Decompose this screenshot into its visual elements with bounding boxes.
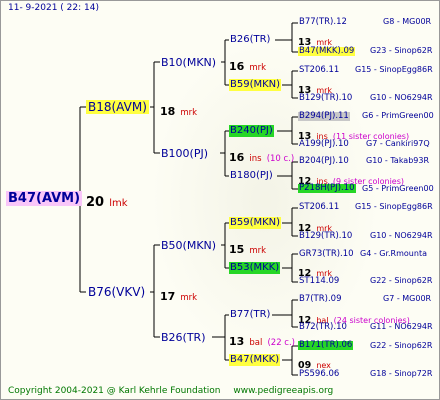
queen-gen4-name[interactable]: B47(MKK).09 — [298, 47, 356, 56]
queen-gen2-score: 13 bal (22 c.) — [229, 332, 295, 348]
queen-gen2-name[interactable]: B26(TR) — [160, 331, 207, 344]
queen-gen0-score: 20 lmk — [86, 193, 128, 209]
score-label: mrk — [180, 293, 198, 303]
queen-gen4-name[interactable]: P218H(PJ).10 — [298, 184, 356, 193]
queen-gen4-info: G15 - SinopEgg86R — [355, 65, 433, 74]
queen-gen3-name[interactable]: B180(PJ) — [229, 170, 274, 182]
queen-gen4-name[interactable]: B171(TR).06 — [298, 341, 354, 350]
queen-gen0-name[interactable]: B47(AVM) — [6, 191, 83, 206]
score-label: mrk — [249, 63, 267, 73]
queen-gen2-score: 16 mrk — [229, 57, 266, 73]
queen-gen3-name[interactable]: B26(TR) — [229, 34, 271, 46]
score-count: 18 — [160, 105, 176, 118]
footer-copyright: Copyright 2004-2021 @ Karl Kehrle Founda… — [8, 387, 333, 396]
queen-gen4-name[interactable]: B129(TR).10 — [298, 232, 353, 241]
queen-gen4-info: G7 - Cankiri97Q — [366, 139, 430, 148]
queen-gen2-name[interactable]: B100(PJ) — [160, 147, 209, 160]
score-count: 15 — [229, 243, 245, 256]
score-count: 16 — [229, 60, 245, 73]
queen-gen4-name[interactable]: B72(TR).10 — [298, 323, 348, 332]
queen-gen4-name[interactable]: GR73(TR).10 — [298, 250, 355, 259]
queen-gen4-info: G22 - Sinop62R — [370, 341, 433, 350]
queen-gen4-name[interactable]: PS596.06 — [298, 370, 340, 379]
queen-gen4-name[interactable]: B129(TR).10 — [298, 94, 353, 103]
queen-gen4-info: G6 - PrimGreen00 — [362, 111, 434, 120]
queen-gen3-name[interactable]: B59(MKN) — [229, 79, 282, 91]
queen-gen4-name[interactable]: B204(PJ).10 — [298, 157, 350, 166]
queen-gen4-info: G15 - SinopEgg86R — [355, 202, 433, 211]
queen-gen4-name[interactable]: ST114.09 — [298, 277, 340, 286]
queen-gen2-score: 16 ins (10 c.) — [229, 148, 294, 164]
queen-gen4-info: G5 - PrimGreen00 — [362, 184, 434, 193]
score-label: bal — [249, 338, 263, 348]
queen-gen3-name[interactable]: B47(MKK) — [229, 354, 281, 366]
queen-gen1-score: 18 mrk — [160, 102, 197, 118]
queen-gen4-info: G10 - NO6294R — [370, 231, 433, 240]
queen-gen4-info: G23 - Sinop62R — [370, 46, 433, 55]
queen-gen4-name[interactable]: A199(PJ).10 — [298, 140, 350, 149]
score-label: mrk — [180, 108, 198, 118]
queen-gen1-score: 17 mrk — [160, 287, 197, 303]
queen-gen1-name[interactable]: B76(VKV) — [86, 285, 147, 299]
site-link[interactable]: www.pedigreeapis.org — [233, 386, 333, 396]
score-count: 16 — [229, 151, 245, 164]
queen-gen4-info: G18 - Sinop72R — [370, 369, 433, 378]
sister-colonies-note: (22 c.) — [267, 338, 295, 348]
queen-gen4-name[interactable]: B77(TR).12 — [298, 18, 348, 27]
queen-gen2-name[interactable]: B10(MKN) — [160, 56, 217, 69]
queen-gen3-name[interactable]: B77(TR) — [229, 309, 271, 321]
queen-gen4-info: G11 - NO6294R — [370, 322, 433, 331]
queen-gen4-info: G22 - Sinop62R — [370, 276, 433, 285]
queen-gen4-info: G8 - MG00R — [383, 17, 432, 26]
queen-gen4-name[interactable]: B294(PJ).11 — [298, 112, 350, 121]
date-stamp: 11- 9-2021 ( 22: 14) — [8, 3, 99, 13]
queen-gen3-name[interactable]: B240(PJ) — [229, 125, 274, 137]
queen-gen3-name[interactable]: B53(MKK) — [229, 262, 281, 274]
queen-gen4-info: G10 - NO6294R — [370, 93, 433, 102]
queen-gen4-name[interactable]: B7(TR).09 — [298, 295, 343, 304]
queen-gen4-name[interactable]: ST206.11 — [298, 66, 340, 75]
queen-gen1-name[interactable]: B18(AVM) — [86, 100, 149, 114]
score-label: lmk — [109, 198, 128, 209]
queen-gen4-name[interactable]: ST206.11 — [298, 203, 340, 212]
queen-gen4-info: G7 - MG00R — [383, 294, 432, 303]
copyright-text: Copyright 2004-2021 @ Karl Kehrle Founda… — [8, 386, 221, 396]
score-count: 17 — [160, 290, 176, 303]
queen-gen4-info: G4 - Gr.Rmounta — [360, 249, 427, 258]
score-label: mrk — [249, 246, 267, 256]
queen-gen3-name[interactable]: B59(MKN) — [229, 217, 282, 229]
score-count: 13 — [229, 335, 245, 348]
score-label: ins — [249, 154, 262, 164]
sister-colonies-note: (10 c.) — [266, 154, 295, 164]
queen-gen4-info: G10 - Takab93R — [366, 156, 430, 165]
queen-gen2-score: 15 mrk — [229, 240, 266, 256]
score-count: 20 — [86, 195, 105, 210]
queen-gen2-name[interactable]: B50(MKN) — [160, 239, 217, 252]
